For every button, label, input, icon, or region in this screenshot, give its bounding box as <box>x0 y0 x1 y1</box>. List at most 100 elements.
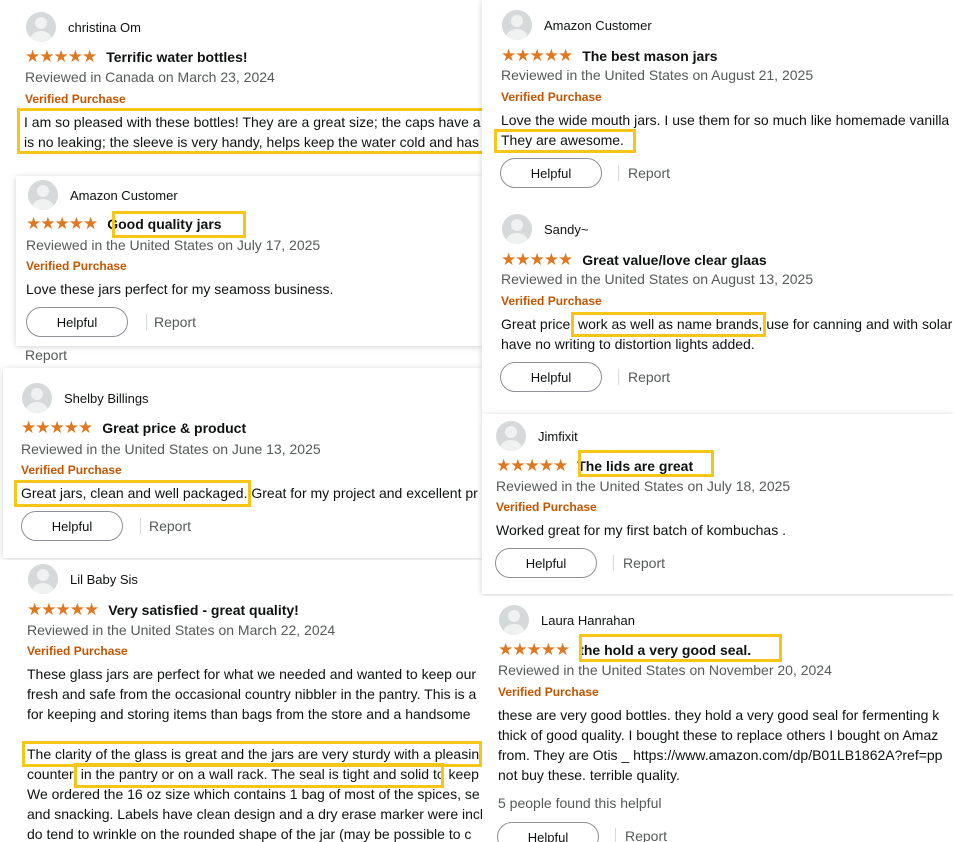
avatar-icon <box>496 421 526 451</box>
star-rating: ★★★★★ <box>27 600 99 619</box>
review-title[interactable]: The best mason jars <box>582 48 717 64</box>
review-title[interactable]: the hold a very good seal. <box>579 642 751 658</box>
review-card: Laura Hanrahan ★★★★★ the hold a very goo… <box>482 596 954 842</box>
star-rating: ★★★★★ <box>26 214 98 233</box>
avatar-icon <box>502 214 532 244</box>
review-body-line: We ordered the 16 oz size which contains… <box>27 786 480 802</box>
divider <box>146 314 147 330</box>
review-date: Reviewed in the United States on July 17… <box>26 237 321 253</box>
reviewer-name: Lil Baby Sis <box>70 571 138 587</box>
review-card: christina Om ★★★★★ Terrific water bottle… <box>0 0 482 175</box>
review-body-line: these are very good bottles. they hold a… <box>498 707 940 723</box>
helpful-button[interactable]: Helpful <box>500 362 602 392</box>
review-body-line: Great price, work as well as name brands… <box>501 316 953 332</box>
reviewer-name: Amazon Customer <box>70 187 178 203</box>
review-body-line: thick of good quality. I bought these to… <box>498 727 939 743</box>
divider <box>618 165 619 181</box>
review-title[interactable]: Very satisfied - great quality! <box>108 602 299 618</box>
verified-purchase-badge: Verified Purchase <box>25 92 126 106</box>
review-body-line: is no leaking; the sleeve is very handy,… <box>24 134 480 150</box>
avatar-icon <box>502 10 532 40</box>
verified-purchase-badge: Verified Purchase <box>501 90 602 104</box>
review-title[interactable]: Terrific water bottles! <box>106 49 247 65</box>
review-card: Jimfixit ★★★★★ The lids are great Review… <box>482 414 954 594</box>
helpful-count: 5 people found this helpful <box>498 795 662 811</box>
highlighted-text: Great jars, clean and well packaged. <box>21 485 248 501</box>
review-date: Reviewed in the United States on Novembe… <box>498 662 832 678</box>
review-body-line: do tend to wrinkle on the rounded shape … <box>27 826 472 842</box>
avatar-icon <box>28 180 58 210</box>
review-title[interactable]: The lids are great <box>577 458 693 474</box>
review-body-line: have no writing to distortion lights add… <box>501 336 755 352</box>
verified-purchase-badge: Verified Purchase <box>498 685 599 699</box>
star-rating: ★★★★★ <box>25 47 97 66</box>
reviewer: Jimfixit <box>496 421 578 451</box>
report-link[interactable]: Report <box>623 555 665 571</box>
verified-purchase-badge: Verified Purchase <box>501 294 602 308</box>
report-link[interactable]: Report <box>25 347 67 363</box>
review-body-line: I am so pleased with these bottles! They… <box>24 114 481 130</box>
review-title[interactable]: Great price & product <box>102 420 246 436</box>
helpful-button[interactable]: Helpful <box>497 822 599 842</box>
reviewer: Laura Hanrahan <box>499 605 635 635</box>
verified-purchase-badge: Verified Purchase <box>26 259 127 273</box>
review-body-line: and snacking. Labels have clean design a… <box>27 806 482 822</box>
avatar-icon <box>26 12 56 42</box>
review-body-line: not buy these. terrible quality. <box>498 767 680 783</box>
reviewer-name: Amazon Customer <box>544 17 652 33</box>
reviewer-name: Shelby Billings <box>64 390 149 406</box>
star-rating: ★★★★★ <box>21 418 93 437</box>
review-date: Reviewed in Canada on March 23, 2024 <box>25 69 275 85</box>
report-link[interactable]: Report <box>628 369 670 385</box>
review-body-line: These glass jars are perfect for what we… <box>27 666 477 682</box>
report-link[interactable]: Report <box>149 518 191 534</box>
reviewer: Sandy~ <box>502 214 588 244</box>
star-rating: ★★★★★ <box>501 250 573 269</box>
review-date: Reviewed in the United States on June 13… <box>21 441 321 457</box>
review-title[interactable]: Great value/love clear glaas <box>582 252 766 268</box>
helpful-button[interactable]: Helpful <box>26 307 128 337</box>
report-link[interactable]: Report <box>628 165 670 181</box>
review-card: Shelby Billings ★★★★★ Great price & prod… <box>3 368 482 558</box>
reviewer: christina Om <box>26 12 141 42</box>
star-rating: ★★★★★ <box>501 46 573 65</box>
review-title[interactable]: Good quality jars <box>107 216 221 232</box>
star-rating: ★★★★★ <box>496 456 568 475</box>
review-body-line: Worked great for my first batch of kombu… <box>496 522 786 538</box>
report-link[interactable]: Report <box>625 828 667 842</box>
divider <box>615 828 616 842</box>
review-body-line: counter, in the pantry or on a wall rack… <box>27 766 479 782</box>
avatar-icon <box>499 605 529 635</box>
reviewer-name: Laura Hanrahan <box>541 612 635 628</box>
review-body-line: from. They are Otis _ https://www.amazon… <box>498 747 943 763</box>
reviewer: Lil Baby Sis <box>28 564 138 594</box>
helpful-button[interactable]: Helpful <box>500 158 602 188</box>
review-body-line: Love the wide mouth jars. I use them for… <box>501 112 950 128</box>
reviewer: Shelby Billings <box>22 383 149 413</box>
avatar-icon <box>22 383 52 413</box>
review-card: Lil Baby Sis ★★★★★ Very satisfied - grea… <box>0 560 482 842</box>
avatar-icon <box>28 564 58 594</box>
review-date: Reviewed in the United States on August … <box>501 271 814 287</box>
verified-purchase-badge: Verified Purchase <box>21 463 122 477</box>
verified-purchase-badge: Verified Purchase <box>496 500 597 514</box>
body-text: Great for my project and excellent pr <box>247 485 478 501</box>
review-body-line: for keeping and storing items than bags … <box>27 706 471 722</box>
review-card: Amazon Customer ★★★★★ Good quality jars … <box>16 176 482 346</box>
review-date: Reviewed in the United States on August … <box>501 67 814 83</box>
helpful-button[interactable]: Helpful <box>495 548 597 578</box>
review-body-line: Love these jars perfect for my seamoss b… <box>26 281 334 297</box>
review-body-line: They are awesome. <box>501 132 624 148</box>
review-body-line: Great jars, clean and well packaged. Gre… <box>21 483 478 503</box>
review-card: Amazon Customer ★★★★★ The best mason jar… <box>482 0 954 414</box>
divider <box>613 555 614 571</box>
reviewer-name: Sandy~ <box>544 221 589 237</box>
divider <box>618 369 619 385</box>
report-link[interactable]: Report <box>154 314 196 330</box>
divider <box>140 518 141 534</box>
review-date: Reviewed in the United States on March 2… <box>27 622 336 638</box>
star-rating: ★★★★★ <box>498 640 570 659</box>
reviewer: Amazon Customer <box>28 180 178 210</box>
reviewer-name: christina Om <box>68 19 141 35</box>
helpful-button[interactable]: Helpful <box>21 511 123 541</box>
